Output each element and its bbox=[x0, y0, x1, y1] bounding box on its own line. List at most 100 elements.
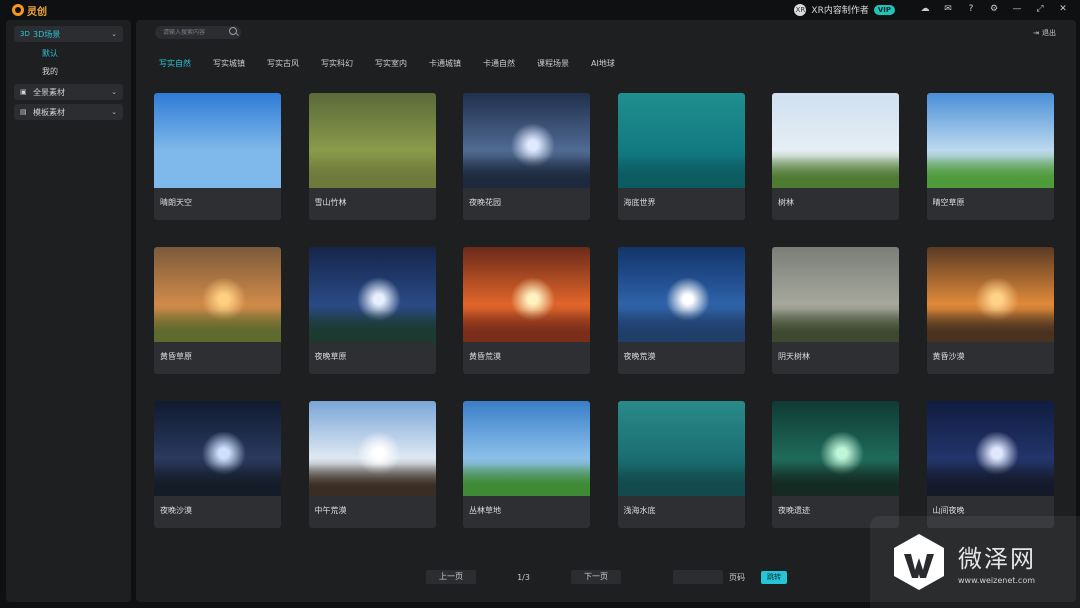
scene-ground bbox=[463, 310, 590, 342]
scene-card[interactable]: 海底世界 bbox=[617, 93, 745, 220]
scene-ground bbox=[154, 310, 281, 342]
scene-card-label: 夜晚遗迹 bbox=[778, 506, 810, 515]
page-number-label: 页码 bbox=[729, 572, 745, 582]
tab-cartoon-town[interactable]: 卡通城镇 bbox=[429, 58, 483, 70]
sidebar-item-template[interactable]: ▤ 模板素材 ⌄ bbox=[14, 104, 123, 120]
minimize-icon[interactable]: — bbox=[1010, 3, 1024, 16]
scene-card-label: 夜晚沙漠 bbox=[160, 506, 192, 515]
watermark-logo-icon bbox=[894, 534, 944, 590]
scene-thumbnail[interactable] bbox=[308, 401, 436, 496]
scene-card[interactable]: 山间夜晚 bbox=[926, 401, 1054, 528]
question-icon[interactable]: ? bbox=[964, 3, 978, 16]
scene-thumbnail[interactable] bbox=[154, 247, 281, 342]
jump-button[interactable]: 跳转 bbox=[761, 570, 787, 584]
scene-card[interactable]: 黄昏草原 bbox=[154, 247, 281, 374]
sidebar-item-panorama[interactable]: ▣ 全景素材 ⌄ bbox=[14, 84, 123, 100]
scene-thumbnail[interactable] bbox=[772, 247, 899, 342]
tab-realistic-ancient[interactable]: 写实古风 bbox=[267, 58, 321, 70]
scene-ground bbox=[617, 464, 745, 496]
close-icon[interactable]: ✕ bbox=[1056, 3, 1070, 16]
scene-card[interactable]: 丛林草地 bbox=[463, 401, 590, 528]
tab-realistic-indoor[interactable]: 写实室内 bbox=[375, 58, 429, 70]
watermark-title: 微泽网 bbox=[958, 545, 1036, 573]
scene-ground bbox=[617, 156, 745, 188]
user-name[interactable]: XR内容制作者 bbox=[811, 3, 868, 16]
scene-thumbnail[interactable] bbox=[308, 93, 436, 188]
scene-thumbnail[interactable] bbox=[926, 247, 1054, 342]
scene-thumbnail[interactable] bbox=[926, 93, 1054, 188]
scene-card[interactable]: 雪山竹林 bbox=[308, 93, 436, 220]
scene-card[interactable]: 晴空草原 bbox=[926, 93, 1054, 220]
scene-thumbnail[interactable] bbox=[617, 93, 745, 188]
main-panel: ⇥ 退出 写实自然 写实城镇 写实古风 写实科幻 写实室内 卡通城镇 卡通自然 … bbox=[136, 20, 1076, 602]
tab-realistic-town[interactable]: 写实城镇 bbox=[213, 58, 267, 70]
scene-ground bbox=[154, 156, 281, 188]
scene-card[interactable]: 夜晚沙漠 bbox=[154, 401, 281, 528]
scene-thumbnail[interactable] bbox=[617, 247, 745, 342]
scene-card[interactable]: 黄昏荒漠 bbox=[463, 247, 590, 374]
cloud-icon[interactable]: ☁ bbox=[918, 3, 932, 16]
search-box[interactable] bbox=[155, 26, 241, 39]
tab-ai-earth[interactable]: AI地球 bbox=[591, 58, 645, 70]
scene-thumbnail[interactable] bbox=[772, 93, 899, 188]
scene-ground bbox=[926, 310, 1054, 342]
scene-ground bbox=[463, 464, 590, 496]
tab-realistic-nature[interactable]: 写实自然 bbox=[159, 58, 213, 70]
prev-page-button[interactable]: 上一页 bbox=[426, 570, 476, 584]
scene-card-label: 中午荒漠 bbox=[314, 506, 347, 515]
page-number-input[interactable] bbox=[673, 570, 723, 584]
scene-card[interactable]: 黄昏沙漠 bbox=[926, 247, 1054, 374]
user-menu[interactable]: XR XR内容制作者 VIP bbox=[794, 3, 895, 16]
sidebar-subitem-default[interactable]: 默认 bbox=[42, 48, 131, 60]
maximize-icon[interactable]: ⤢ bbox=[1033, 3, 1047, 16]
scene-card[interactable]: 夜晚遗迹 bbox=[772, 401, 899, 528]
app-logo: 灵创 bbox=[12, 3, 47, 18]
search-icon[interactable] bbox=[229, 27, 237, 35]
scene-card-label: 海底世界 bbox=[623, 198, 656, 207]
scene-thumbnail[interactable] bbox=[154, 401, 281, 496]
scene-card-label: 山间夜晚 bbox=[932, 506, 965, 515]
scene-card[interactable]: 树林 bbox=[772, 93, 899, 220]
scene-card-label: 黄昏荒漠 bbox=[469, 352, 501, 361]
tab-realistic-scifi[interactable]: 写实科幻 bbox=[321, 58, 375, 70]
sidebar: 3D 3D场景 ⌄ 默认 我的 ▣ 全景素材 ⌄ ▤ 模板素材 ⌄ bbox=[6, 20, 131, 602]
scene-card[interactable]: 夜晚草原 bbox=[308, 247, 436, 374]
scene-card[interactable]: 中午荒漠 bbox=[308, 401, 436, 528]
scene-card[interactable]: 浅海水底 bbox=[617, 401, 745, 528]
scene-card-label: 夜晚花园 bbox=[469, 198, 501, 207]
tab-cartoon-nature[interactable]: 卡通自然 bbox=[483, 58, 537, 70]
chevron-down-icon: ⌄ bbox=[111, 108, 117, 116]
scene-thumbnail[interactable] bbox=[154, 93, 281, 188]
scene-thumbnail[interactable] bbox=[926, 401, 1054, 496]
avatar[interactable]: XR bbox=[794, 3, 807, 16]
scene-thumbnail[interactable] bbox=[463, 401, 590, 496]
mail-icon[interactable]: ✉ bbox=[941, 3, 955, 16]
scene-thumbnail[interactable] bbox=[772, 401, 899, 496]
scene-ground bbox=[308, 156, 436, 188]
app-title: 灵创 bbox=[27, 6, 47, 18]
scene-thumbnail[interactable] bbox=[308, 247, 436, 342]
scene-card[interactable]: 夜晚荒漠 bbox=[617, 247, 745, 374]
scene-ground bbox=[926, 156, 1054, 188]
sidebar-item-3d-scene[interactable]: 3D 3D场景 ⌄ bbox=[14, 26, 123, 42]
tab-course-scene[interactable]: 课程场景 bbox=[537, 58, 591, 70]
sidebar-item-label: 全景素材 bbox=[33, 87, 65, 97]
scene-ground bbox=[926, 464, 1054, 496]
title-bar: 灵创 XR XR内容制作者 VIP ☁ ✉ ? ⚙ — ⤢ ✕ bbox=[0, 0, 1080, 20]
scene-thumbnail[interactable] bbox=[463, 247, 590, 342]
watermark-url: www.weizenet.com bbox=[958, 576, 1036, 585]
scene-card[interactable]: 晴朗天空 bbox=[154, 93, 281, 220]
template-icon: ▤ bbox=[20, 108, 27, 116]
scene-thumbnail[interactable] bbox=[463, 93, 590, 188]
scene-card[interactable]: 阴天树林 bbox=[772, 247, 899, 374]
scene-ground bbox=[617, 310, 745, 342]
search-input[interactable] bbox=[163, 29, 229, 36]
logout-button[interactable]: ⇥ 退出 bbox=[1033, 28, 1056, 38]
scene-card-label: 夜晚草原 bbox=[314, 352, 347, 361]
gear-icon[interactable]: ⚙ bbox=[987, 3, 1001, 16]
scene-thumbnail[interactable] bbox=[617, 401, 745, 496]
next-page-button[interactable]: 下一页 bbox=[571, 570, 621, 584]
scene-ground bbox=[308, 464, 436, 496]
sidebar-subitem-mine[interactable]: 我的 bbox=[42, 66, 131, 78]
scene-card[interactable]: 夜晚花园 bbox=[463, 93, 590, 220]
